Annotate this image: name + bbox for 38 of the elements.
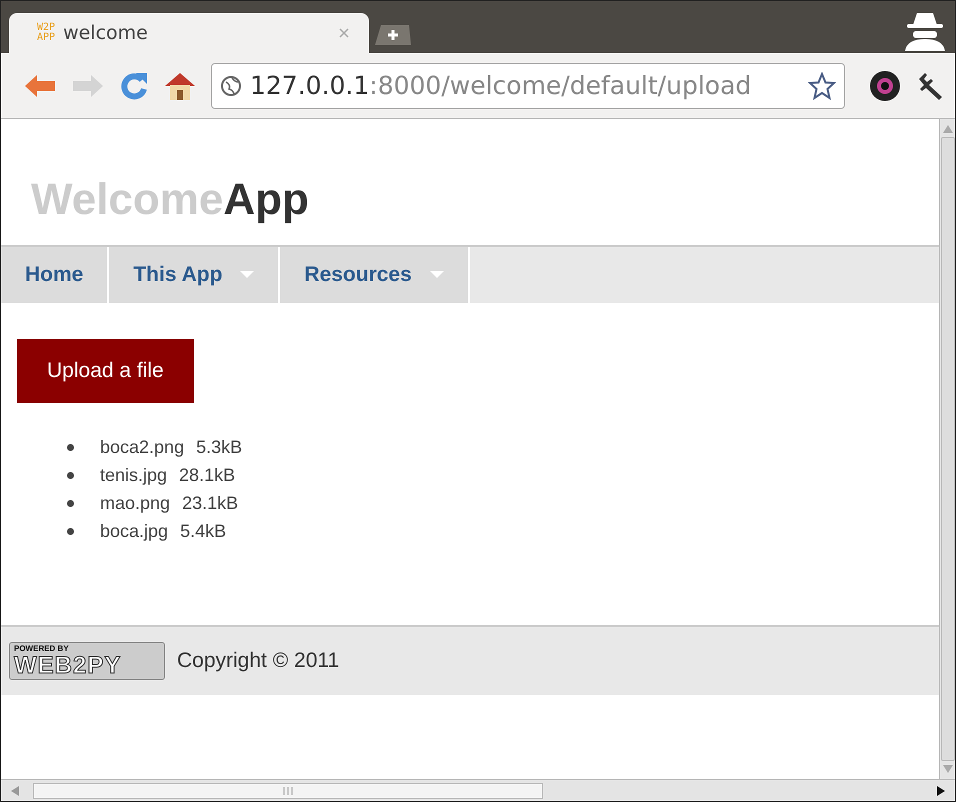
close-icon[interactable] [339,28,349,38]
horizontal-scrollbar[interactable] [1,779,955,801]
nav-link[interactable]: Home [1,247,110,303]
upload-button[interactable]: Upload a file [17,339,194,403]
bullet-icon [67,528,74,534]
scroll-right-icon[interactable] [937,786,945,796]
file-size: 28.1kB [179,464,236,487]
powered-by-badge[interactable]: POWERED BY WEB2PY [9,642,165,680]
address-bar[interactable]: 127.0.0.1:8000/welcome/default/upload [211,62,845,108]
incognito-icon [903,11,947,51]
camera-lens-icon[interactable] [869,70,901,102]
bullet-icon [67,472,74,478]
globe-icon [220,74,242,96]
copyright-text: Copyright © 2011 [177,649,340,673]
scroll-down-icon[interactable] [942,765,952,773]
star-icon[interactable] [808,72,836,100]
scroll-up-icon[interactable] [942,125,952,133]
favicon: W2P APP [37,23,56,43]
file-name[interactable]: boca.jpg [100,517,168,545]
file-name[interactable]: mao.png [100,489,170,517]
vertical-scrollbar[interactable] [939,119,955,779]
url-path: :8000/welcome/default/upload [369,71,752,100]
nav-link[interactable]: This App [109,247,280,303]
file-name[interactable]: boca2.png [100,433,184,461]
bullet-icon [67,500,74,506]
file-size: 5.4kB [180,520,226,543]
file-size: 5.3kB [196,436,242,459]
caret-icon [240,271,254,279]
nav-link[interactable]: Resources [280,247,470,303]
new-tab-button[interactable] [373,23,413,47]
bullet-icon [67,444,74,450]
scroll-left-icon[interactable] [11,786,19,796]
url-host: 127.0.0.1 [250,71,370,100]
file-size: 23.1kB [182,492,238,515]
grip-icon [282,786,294,794]
reload-icon[interactable] [119,70,149,100]
file-name[interactable]: tenis.jpg [100,461,168,489]
caret-icon [430,271,444,279]
